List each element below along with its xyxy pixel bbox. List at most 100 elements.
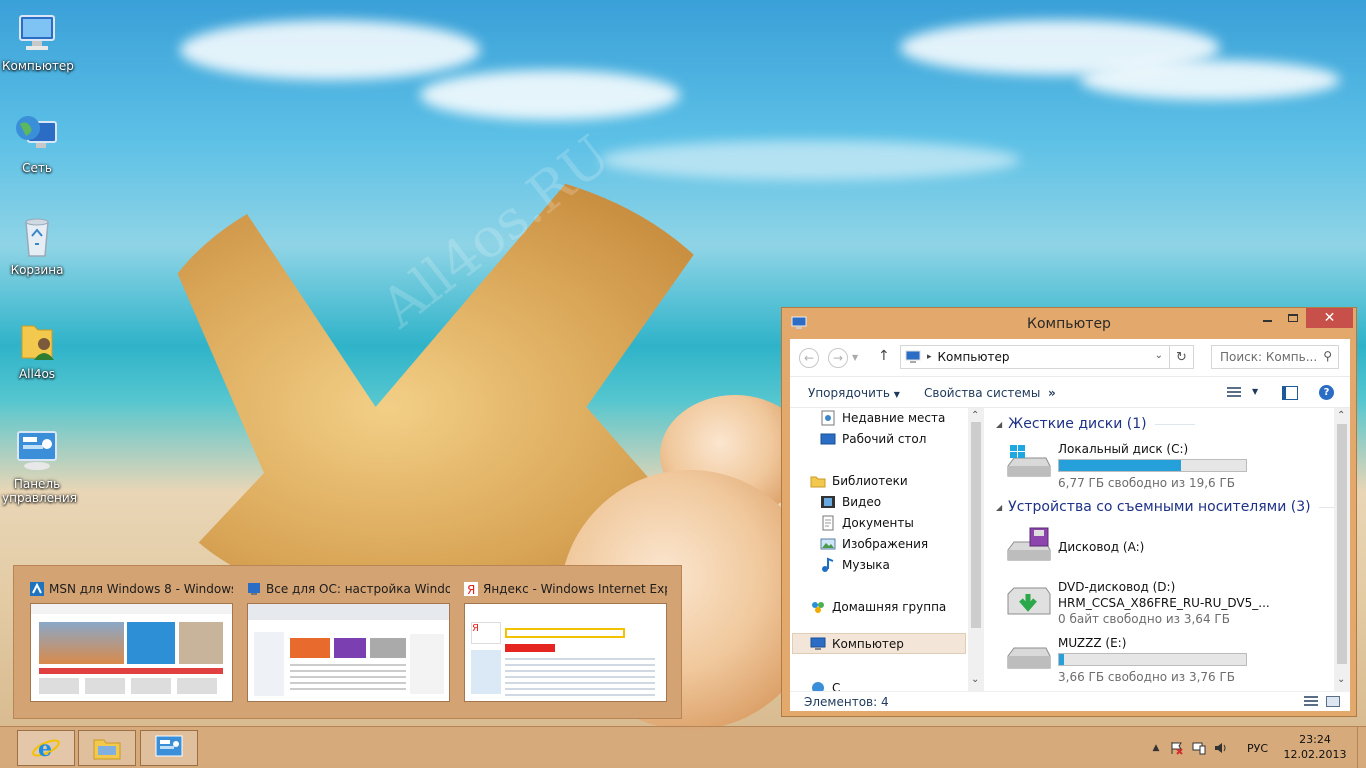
desktop-icon-label: Компьютер <box>2 59 74 73</box>
maximize-button[interactable] <box>1280 308 1306 328</box>
control-panel-icon <box>155 735 183 757</box>
drive-name: Дисковод (A:) <box>1058 540 1145 554</box>
nav-label: С <box>832 681 841 691</box>
dvd-drive-icon <box>1007 587 1051 615</box>
preview-pane-icon[interactable] <box>1282 386 1298 400</box>
view-options-icon[interactable] <box>1227 387 1241 399</box>
volume-icon[interactable] <box>1214 741 1228 755</box>
system-properties-button[interactable]: Свойства системы <box>924 386 1040 400</box>
desktop-icon-label: Корзина <box>10 263 64 277</box>
taskbar-control-panel[interactable] <box>140 730 198 766</box>
drive-free-space: 6,77 ГБ свободно из 19,6 ГБ <box>1058 476 1236 490</box>
nav-item-desktop[interactable]: Рабочий стол <box>820 431 926 447</box>
back-button[interactable]: ← <box>799 348 819 368</box>
desktop-icon-recycle-bin[interactable]: Корзина <box>2 214 72 277</box>
computer-icon <box>19 15 55 50</box>
details-view-icon[interactable] <box>1304 696 1318 707</box>
drive-e[interactable]: MUZZZ (E:) 3,66 ГБ свободно из 3,76 ГБ <box>1004 636 1324 684</box>
nav-item-documents[interactable]: Документы <box>820 515 914 531</box>
forward-button[interactable]: → <box>828 348 848 368</box>
scroll-down-icon[interactable]: ⌄ <box>1337 674 1345 685</box>
nav-item-pictures[interactable]: Изображения <box>820 536 928 552</box>
show-desktop-button[interactable] <box>1357 727 1366 768</box>
scroll-down-icon[interactable]: ⌄ <box>971 674 979 685</box>
title-bar[interactable]: Компьютер ✕ <box>782 308 1356 338</box>
desktop-icon-network[interactable]: Сеть <box>2 112 72 175</box>
view-options-chevron-icon[interactable]: ▼ <box>1252 387 1258 396</box>
refresh-button[interactable]: ↻ <box>1169 346 1193 368</box>
desktop-icon-control-panel[interactable]: Панель управления <box>2 428 77 505</box>
forward-arrow-icon: → <box>832 351 844 365</box>
nav-item-video[interactable]: Видео <box>820 494 881 510</box>
svg-text:e: e <box>38 736 52 762</box>
organize-button[interactable]: Упорядочить ▼ <box>808 386 900 400</box>
collapse-icon: ◢ <box>996 502 1003 512</box>
clock-time: 23:24 <box>1299 733 1331 746</box>
thumbnail-yandex[interactable]: Я Яндекс - Windows Internet Expl... Я <box>464 580 667 702</box>
network-tray-icon[interactable] <box>1192 741 1206 755</box>
nav-item-libraries[interactable]: Библиотеки <box>810 473 908 489</box>
thumbnail-all4os[interactable]: Все для ОС: настройка Windo... <box>247 580 450 702</box>
show-hidden-icons-chevron-icon[interactable]: ▲ <box>1149 741 1163 755</box>
drive-a[interactable]: Дисковод (A:) <box>1004 526 1324 570</box>
minimize-icon <box>1262 320 1272 322</box>
minimize-button[interactable] <box>1254 308 1280 328</box>
thumbnail-msn[interactable]: MSN для Windows 8 - Windows... <box>30 580 233 702</box>
svg-text:Я: Я <box>467 583 475 596</box>
control-panel-icon <box>17 431 57 470</box>
nav-item-music[interactable]: Музыка <box>820 557 890 573</box>
scroll-up-icon[interactable]: ⌃ <box>1337 410 1345 421</box>
nav-item-homegroup[interactable]: Домашняя группа <box>810 599 946 615</box>
thumbnail-title: Яндекс - Windows Internet Expl... <box>483 582 667 596</box>
desktop-icon-computer[interactable]: Компьютер <box>2 10 74 73</box>
language-indicator[interactable]: РУС <box>1247 742 1268 755</box>
scroll-up-icon[interactable]: ⌃ <box>971 410 979 421</box>
organize-label: Упорядочить <box>808 386 890 400</box>
scrollbar-thumb[interactable] <box>1337 424 1347 664</box>
nav-item-recent[interactable]: Недавние места <box>820 410 945 426</box>
nav-scrollbar[interactable]: ⌃ ⌄ <box>968 408 984 691</box>
nav-label: Библиотеки <box>832 474 908 488</box>
search-input[interactable]: Поиск: Компь... ⚲ <box>1211 345 1339 369</box>
system-properties-label: Свойства системы <box>924 386 1041 400</box>
search-icon: ⚲ <box>1323 349 1332 363</box>
nav-item-network[interactable]: С <box>810 680 840 691</box>
recent-locations-chevron-icon[interactable]: ▼ <box>852 353 858 362</box>
drive-usage-fill <box>1059 460 1182 471</box>
desktop-icon-label: Сеть <box>22 161 52 175</box>
address-dropdown-icon[interactable]: ⌄ <box>1155 350 1163 361</box>
thumbnail-preview <box>247 603 450 702</box>
libraries-icon <box>810 476 826 488</box>
desktop-icon-all4os[interactable]: All4os <box>2 318 72 381</box>
drive-free-space: 3,66 ГБ свободно из 3,76 ГБ <box>1058 670 1236 684</box>
group-hard-disks[interactable]: ◢ Жесткие диски (1) <box>996 416 1195 432</box>
taskbar-file-explorer[interactable] <box>78 730 136 766</box>
desktop-icon <box>820 433 836 445</box>
help-icon[interactable]: ? <box>1319 385 1334 400</box>
close-button[interactable]: ✕ <box>1306 308 1353 328</box>
nav-label: Рабочий стол <box>842 432 927 446</box>
drive-free-space: 0 байт свободно из 3,64 ГБ <box>1058 612 1230 626</box>
content-scrollbar[interactable]: ⌃ ⌄ <box>1334 408 1350 691</box>
taskbar: e ▲ РУС 23:24 12.02.2013 <box>0 726 1366 768</box>
nav-item-computer[interactable]: Компьютер <box>792 633 966 654</box>
large-icons-view-icon[interactable] <box>1326 696 1340 707</box>
computer-icon <box>810 637 826 650</box>
more-commands-button[interactable]: » <box>1048 386 1056 400</box>
drive-d[interactable]: DVD-дисковод (D:) HRM_CCSA_X86FRE_RU-RU_… <box>1004 580 1324 628</box>
scrollbar-thumb[interactable] <box>971 422 981 628</box>
drive-usage-fill <box>1059 654 1065 665</box>
drive-c[interactable]: Локальный диск (C:) 6,77 ГБ свободно из … <box>1004 442 1324 490</box>
group-removable[interactable]: ◢ Устройства со съемными носителями (3) <box>996 499 1336 515</box>
navigation-pane: Недавние места Рабочий стол Библиотеки В… <box>790 408 986 691</box>
clock-date: 12.02.2013 <box>1283 748 1347 761</box>
network-icon <box>812 682 824 691</box>
chevron-down-icon: ▼ <box>893 390 900 399</box>
action-center-flag-icon[interactable] <box>1170 741 1184 755</box>
clock[interactable]: 23:24 12.02.2013 <box>1282 732 1348 762</box>
address-bar[interactable]: ▸ Компьютер ⌄ ↻ <box>900 345 1194 369</box>
taskbar-internet-explorer[interactable]: e <box>17 730 75 766</box>
all4os-icon <box>248 583 260 595</box>
up-button[interactable]: ↑ <box>878 348 890 364</box>
navigation-bar: ← → ▼ ↑ ▸ Компьютер ⌄ ↻ Поиск: Компь... … <box>790 339 1350 375</box>
